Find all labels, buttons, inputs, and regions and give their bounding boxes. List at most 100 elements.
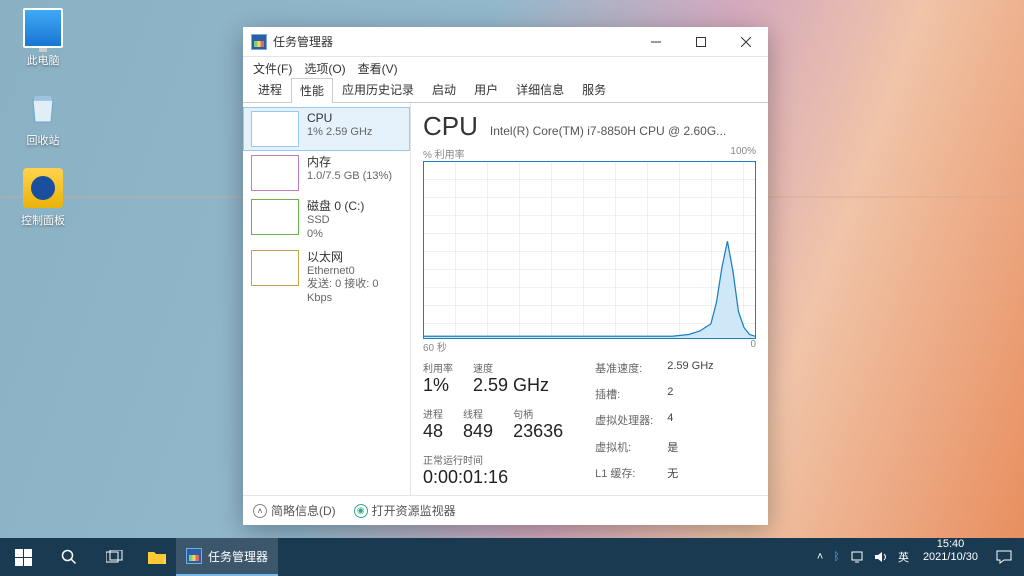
taskbar-task-label: 任务管理器	[208, 548, 268, 565]
volume-icon[interactable]	[874, 551, 888, 563]
cpu-model: Intel(R) Core(TM) i7-8850H CPU @ 2.60G..…	[490, 124, 756, 138]
menu-options[interactable]: 选项(O)	[300, 58, 349, 79]
action-center-button[interactable]	[984, 538, 1024, 576]
menu-view[interactable]: 查看(V)	[354, 58, 402, 79]
search-button[interactable]	[46, 538, 92, 576]
sockets-label: 插槽:	[595, 386, 653, 409]
tab-app-history[interactable]: 应用历史记录	[333, 77, 423, 102]
desktop-icon-recycle-bin[interactable]: 回收站	[8, 88, 78, 148]
l1-label: L1 缓存:	[595, 465, 653, 488]
uptime-value: 0:00:01:16	[423, 467, 563, 488]
desktop-icon-label: 控制面板	[8, 212, 78, 228]
clock-date: 2021/10/30	[923, 551, 978, 564]
handle-label: 句柄	[513, 406, 563, 421]
taskbar-file-explorer[interactable]	[138, 538, 176, 576]
task-view-button[interactable]	[92, 538, 138, 576]
sidebar-item-sub: SSD	[307, 214, 364, 228]
desktop-icon-label: 此电脑	[8, 52, 78, 68]
taskbar-task-manager[interactable]: 任务管理器	[176, 538, 278, 576]
speed-value: 2.59 GHz	[473, 375, 549, 396]
task-manager-icon	[251, 34, 267, 50]
speed-label: 速度	[473, 360, 549, 375]
axis-label-bl: 60 秒	[423, 339, 447, 354]
cpu-heading: CPU	[423, 111, 478, 142]
window-footer: ˄ 简略信息(D) ◉ 打开资源监视器	[243, 495, 768, 525]
handle-value: 23636	[513, 421, 563, 442]
ethernet-thumb-icon	[251, 250, 299, 286]
resource-monitor-link[interactable]: ◉ 打开资源监视器	[354, 502, 456, 519]
sidebar-item-sub2: 0%	[307, 228, 364, 242]
titlebar[interactable]: 任务管理器	[243, 27, 768, 57]
window-title: 任务管理器	[273, 33, 333, 50]
tab-users[interactable]: 用户	[465, 77, 507, 102]
perf-main: CPU Intel(R) Core(TM) i7-8850H CPU @ 2.6…	[411, 103, 768, 495]
axis-label-tr: 100%	[730, 146, 756, 161]
tab-processes[interactable]: 进程	[249, 77, 291, 102]
perf-sidebar: CPU 1% 2.59 GHz 内存 1.0/7.5 GB (13%) 磁盘 0…	[243, 103, 411, 495]
sidebar-item-sub2: 发送: 0 接收: 0 Kbps	[307, 278, 402, 306]
start-button[interactable]	[0, 538, 46, 576]
vm-label: 虚拟机:	[595, 439, 653, 462]
tray-chevron-up-icon[interactable]: ˄	[817, 551, 823, 563]
close-button[interactable]	[723, 27, 768, 57]
axis-label-br: 0	[750, 339, 756, 354]
tab-details[interactable]: 详细信息	[507, 77, 573, 102]
system-tray[interactable]: ˄ ᛒ 英	[809, 538, 917, 576]
task-view-icon	[106, 550, 124, 564]
menu-file[interactable]: 文件(F)	[249, 58, 296, 79]
task-manager-window: 任务管理器 文件(F) 选项(O) 查看(V) 进程 性能 应用历史记录 启动 …	[243, 27, 768, 525]
search-icon	[61, 549, 77, 565]
folder-icon	[148, 550, 166, 564]
brief-info-link[interactable]: ˄ 简略信息(D)	[253, 502, 336, 519]
sidebar-item-sub: Ethernet0	[307, 265, 402, 279]
minimize-button[interactable]	[633, 27, 678, 57]
sidebar-item-title: 磁盘 0 (C:)	[307, 199, 364, 214]
clock-time: 15:40	[923, 538, 978, 551]
desktop-icon-this-pc[interactable]: 此电脑	[8, 8, 78, 68]
sidebar-item-title: CPU	[307, 111, 372, 126]
uptime-label: 正常运行时间	[423, 452, 563, 467]
desktop-icon-label: 回收站	[8, 132, 78, 148]
l1-value: 无	[667, 465, 713, 488]
base-speed-label: 基准速度:	[595, 360, 653, 383]
sockets-value: 2	[667, 386, 713, 409]
base-speed-value: 2.59 GHz	[667, 360, 713, 383]
tab-performance[interactable]: 性能	[291, 78, 333, 103]
menubar: 文件(F) 选项(O) 查看(V)	[243, 57, 768, 79]
memory-thumb-icon	[251, 155, 299, 191]
sidebar-item-ethernet[interactable]: 以太网 Ethernet0 发送: 0 接收: 0 Kbps	[243, 246, 410, 310]
tab-services[interactable]: 服务	[573, 77, 615, 102]
disk-thumb-icon	[251, 199, 299, 235]
chevron-up-icon: ˄	[253, 504, 267, 518]
network-icon[interactable]	[850, 550, 864, 564]
sidebar-item-title: 以太网	[307, 250, 402, 265]
monitor-icon	[23, 8, 63, 48]
thread-value: 849	[463, 421, 493, 442]
sidebar-item-cpu[interactable]: CPU 1% 2.59 GHz	[243, 107, 410, 151]
sidebar-item-disk[interactable]: 磁盘 0 (C:) SSD 0%	[243, 195, 410, 246]
vm-value: 是	[667, 439, 713, 462]
windows-logo-icon	[15, 549, 32, 566]
notification-icon	[996, 550, 1012, 564]
vproc-label: 虚拟处理器:	[595, 412, 653, 435]
axis-label-tl: % 利用率	[423, 146, 465, 161]
vproc-value: 4	[667, 412, 713, 435]
tabstrip: 进程 性能 应用历史记录 启动 用户 详细信息 服务	[243, 79, 768, 103]
taskbar-clock[interactable]: 15:40 2021/10/30	[917, 538, 984, 576]
desktop-icon-control-panel[interactable]: 控制面板	[8, 168, 78, 228]
thread-label: 线程	[463, 406, 493, 421]
sidebar-item-sub: 1% 2.59 GHz	[307, 126, 372, 140]
resource-monitor-icon: ◉	[354, 504, 368, 518]
sidebar-item-memory[interactable]: 内存 1.0/7.5 GB (13%)	[243, 151, 410, 195]
maximize-button[interactable]	[678, 27, 723, 57]
proc-label: 进程	[423, 406, 443, 421]
tab-startup[interactable]: 启动	[423, 77, 465, 102]
control-panel-icon	[23, 168, 63, 208]
sidebar-item-sub: 1.0/7.5 GB (13%)	[307, 170, 392, 184]
task-manager-icon	[186, 548, 202, 564]
bluetooth-icon[interactable]: ᛒ	[833, 551, 840, 563]
util-value: 1%	[423, 375, 453, 396]
ime-indicator[interactable]: 英	[898, 549, 909, 565]
recycle-bin-icon	[23, 88, 63, 128]
resource-monitor-label: 打开资源监视器	[372, 502, 456, 519]
